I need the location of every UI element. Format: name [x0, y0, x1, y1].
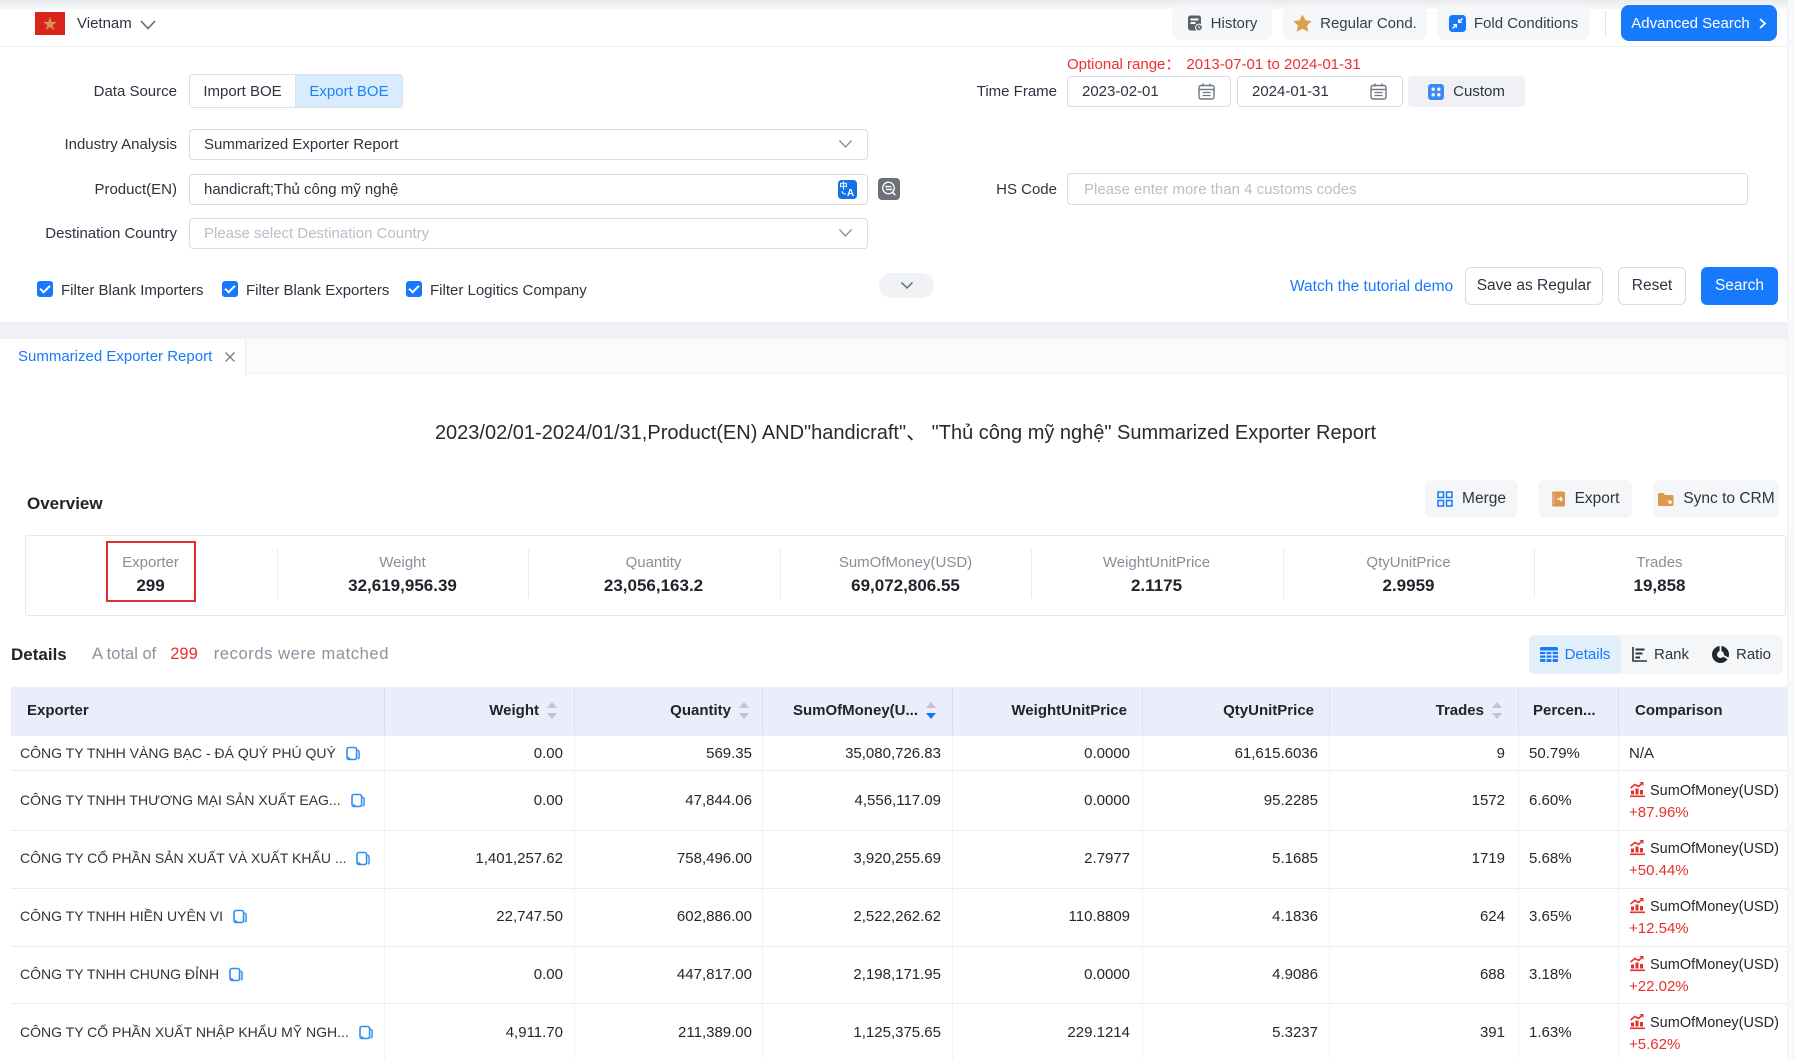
- svg-text:A: A: [847, 188, 854, 199]
